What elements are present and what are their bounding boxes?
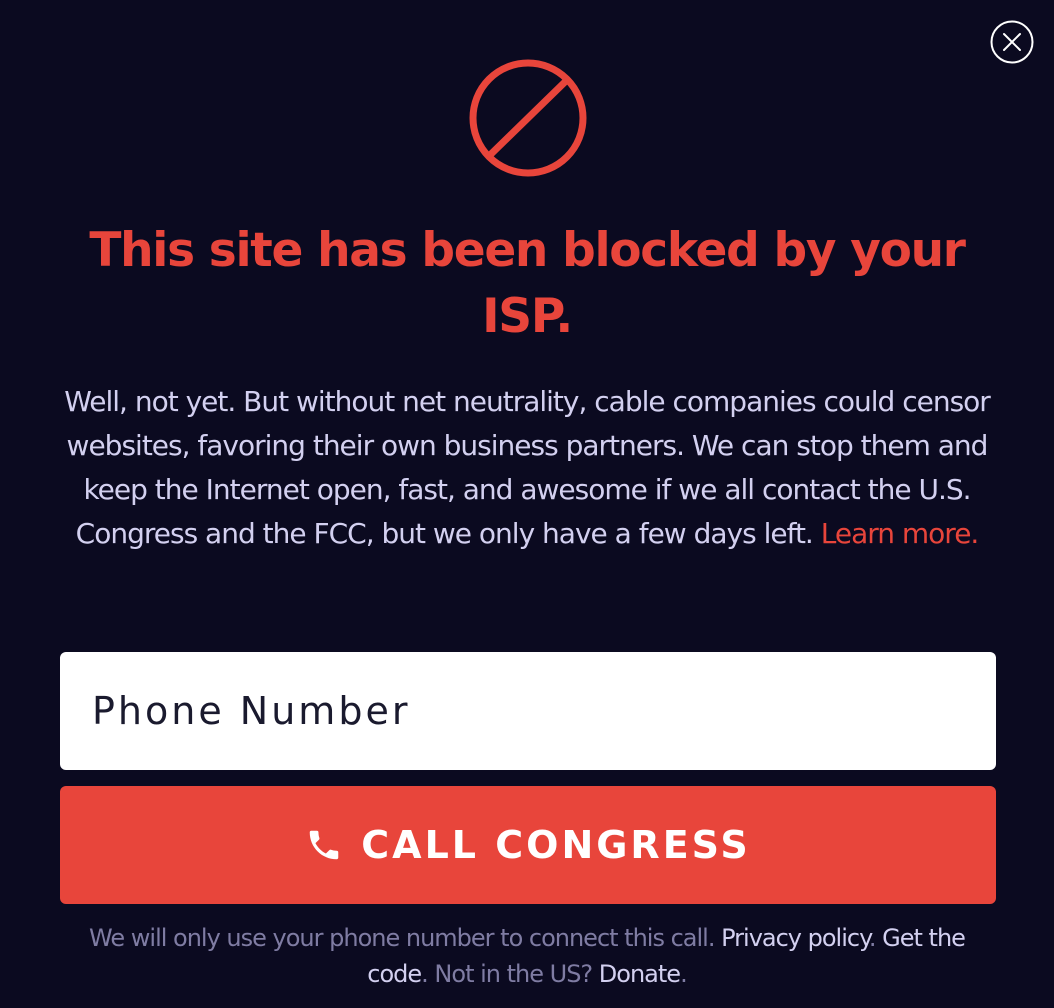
donate-link[interactable]: Donate (599, 960, 681, 988)
phone-icon (310, 830, 339, 860)
footer-separator: . (868, 924, 883, 952)
footer-notice-text: We will only use your phone number to co… (89, 924, 722, 952)
call-button-label: CALL CONGRESS (361, 823, 751, 867)
phone-number-input[interactable] (60, 652, 996, 770)
learn-more-link[interactable]: Learn more. (821, 517, 980, 550)
footer-not-in-us-text: . Not in the US? (421, 960, 599, 988)
body-paragraph: Well, not yet. But without net neutralit… (58, 380, 996, 556)
page-headline: This site has been blocked by your ISP. (89, 223, 966, 344)
block-icon-wrapper (466, 56, 590, 180)
privacy-policy-link[interactable]: Privacy policy (721, 924, 870, 952)
close-button[interactable] (990, 20, 1034, 64)
prohibited-icon (469, 59, 587, 177)
close-icon (990, 20, 1034, 64)
call-congress-button[interactable]: CALL CONGRESS (60, 786, 996, 904)
footer-end: . (680, 960, 688, 988)
footer-notice: We will only use your phone number to co… (70, 920, 984, 992)
